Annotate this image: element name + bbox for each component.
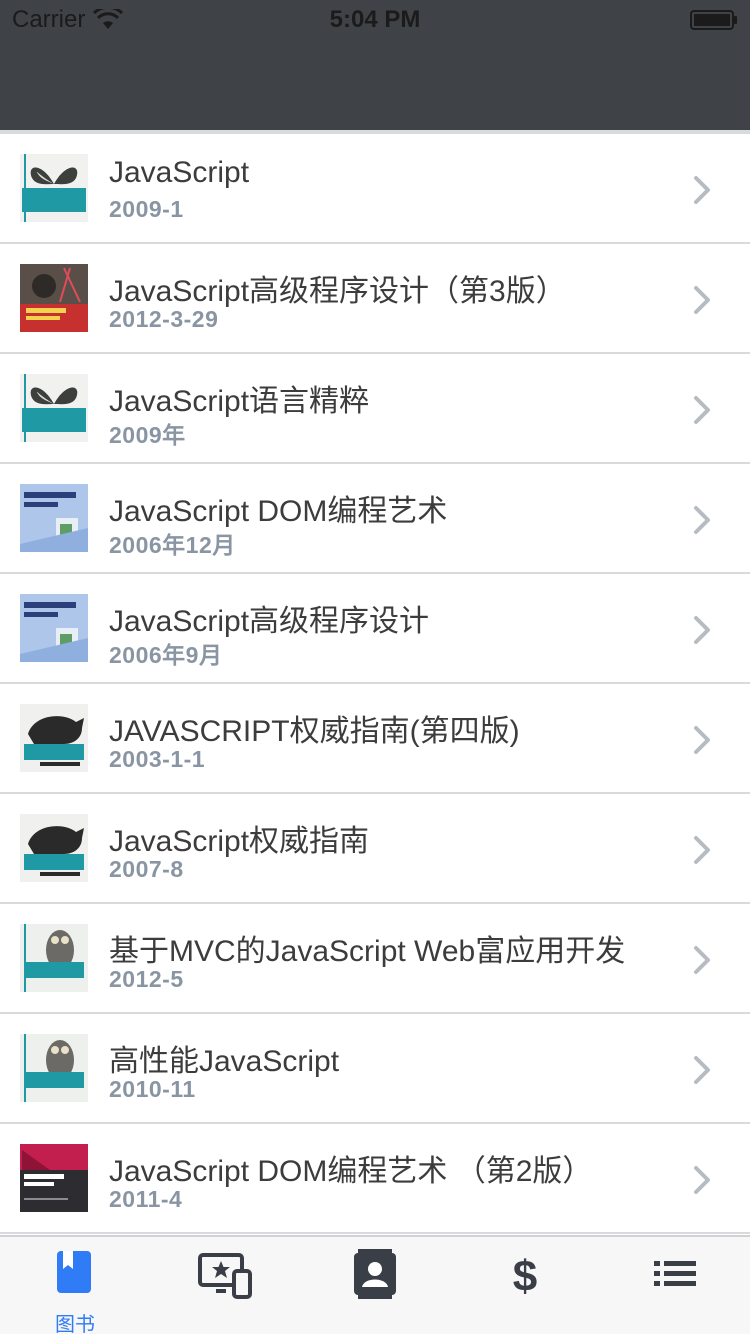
book-date: 2003-1-1 bbox=[109, 746, 206, 772]
chevron-right-icon bbox=[694, 616, 710, 644]
book-date: 2006年12月 bbox=[109, 532, 236, 558]
book-date: 2010-11 bbox=[109, 1076, 196, 1102]
book-row[interactable]: JavaScript语言精粹 2009年 bbox=[0, 354, 750, 464]
list-icon bbox=[648, 1247, 702, 1306]
book-cover-red bbox=[20, 264, 88, 332]
book-title: JavaScript DOM编程艺术 （第2版） bbox=[109, 1155, 593, 1188]
book-date: 2009年 bbox=[109, 422, 186, 448]
chevron-right-icon bbox=[694, 1056, 710, 1084]
tab-label: 图书 bbox=[55, 1314, 95, 1334]
battery-icon bbox=[690, 10, 737, 30]
chevron-right-icon bbox=[694, 396, 710, 424]
contacts-icon bbox=[348, 1247, 402, 1306]
book-date: 2007-8 bbox=[109, 856, 184, 882]
book-cover-owl bbox=[20, 924, 88, 992]
tab-list[interactable] bbox=[600, 1237, 750, 1334]
book-date: 2011-4 bbox=[109, 1186, 183, 1212]
book-cover-blue bbox=[20, 594, 88, 662]
tab-media-devices[interactable] bbox=[150, 1237, 300, 1334]
book-title: JavaScript语言精粹 bbox=[109, 385, 370, 418]
book-row[interactable]: JAVASCRIPT权威指南(第四版) 2003-1-1 bbox=[0, 684, 750, 794]
tab-book[interactable]: 图书 bbox=[0, 1237, 150, 1334]
book-title: 基于MVC的JavaScript Web富应用开发 bbox=[109, 935, 626, 968]
dollar-icon: $ bbox=[498, 1247, 552, 1306]
chevron-right-icon bbox=[694, 836, 710, 864]
book-row[interactable]: JavaScript DOM编程艺术 （第2版） 2011-4 bbox=[0, 1124, 750, 1234]
book-title: JavaScript高级程序设计（第3版） bbox=[109, 275, 566, 308]
book-date: 2012-3-29 bbox=[109, 306, 219, 332]
book-date: 2006年9月 bbox=[109, 642, 223, 668]
tab-bar: 图书 $ bbox=[0, 1235, 750, 1334]
book-row[interactable]: 基于MVC的JavaScript Web富应用开发 2012-5 bbox=[0, 904, 750, 1014]
book-row[interactable]: JavaScript高级程序设计（第3版） 2012-3-29 bbox=[0, 244, 750, 354]
book-row[interactable]: 高性能JavaScript 2010-11 bbox=[0, 1014, 750, 1124]
book-title: JavaScript权威指南 bbox=[109, 825, 370, 858]
media-devices-icon bbox=[198, 1247, 252, 1306]
status-time: 5:04 PM bbox=[329, 6, 421, 33]
chevron-right-icon bbox=[694, 286, 710, 314]
book-list: JavaScript 2009-1 JavaScript高级程序设计（第3版） 201… bbox=[0, 130, 750, 1235]
chevron-right-icon bbox=[694, 946, 710, 974]
chevron-right-icon bbox=[694, 726, 710, 754]
book-title: JAVASCRIPT权威指南(第四版) bbox=[109, 715, 520, 748]
book-title: JavaScript DOM编程艺术 bbox=[109, 495, 448, 528]
tab-contacts[interactable] bbox=[300, 1237, 450, 1334]
book-cover-butterfly bbox=[20, 374, 88, 442]
svg-text:$: $ bbox=[513, 1252, 537, 1301]
status-bar: Carrier 5:04 PM bbox=[0, 0, 750, 40]
book-title: 高性能JavaScript bbox=[109, 1045, 340, 1078]
book-icon bbox=[48, 1247, 102, 1306]
book-cover-butterfly bbox=[20, 154, 88, 222]
book-row[interactable]: JavaScript DOM编程艺术 2006年12月 bbox=[0, 464, 750, 574]
book-cover-rhino bbox=[20, 814, 88, 882]
chevron-right-icon bbox=[694, 506, 710, 534]
book-cover-blue bbox=[20, 484, 88, 552]
book-row[interactable]: JavaScript权威指南 2007-8 bbox=[0, 794, 750, 904]
book-cover-rhino bbox=[20, 704, 88, 772]
book-title: JavaScript bbox=[109, 156, 250, 189]
book-cover-dark bbox=[20, 1144, 88, 1212]
book-date: 2009-1 bbox=[109, 196, 184, 222]
chevron-right-icon bbox=[694, 1166, 710, 1194]
book-cover-owl bbox=[20, 1034, 88, 1102]
navigation-bar: Carrier 5:04 PM bbox=[0, 0, 750, 130]
chevron-right-icon bbox=[694, 176, 710, 204]
book-row[interactable]: JavaScript 2009-1 bbox=[0, 134, 750, 244]
book-title: JavaScript高级程序设计 bbox=[109, 605, 430, 638]
tab-dollar[interactable]: $ bbox=[450, 1237, 600, 1334]
book-row[interactable]: JavaScript高级程序设计 2006年9月 bbox=[0, 574, 750, 684]
book-date: 2012-5 bbox=[109, 966, 184, 992]
